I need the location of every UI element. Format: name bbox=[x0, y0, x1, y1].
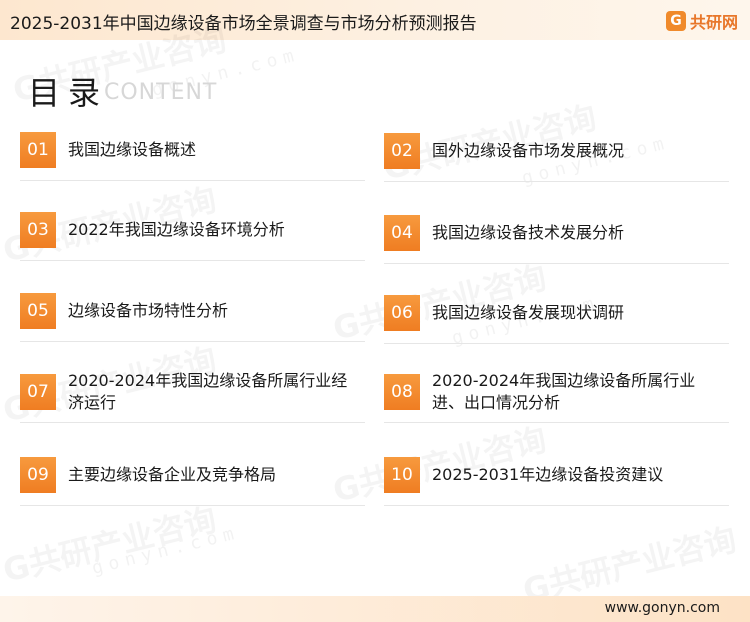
toc-label: 2022年我国边缘设备环境分析 bbox=[68, 220, 285, 239]
toc-item-10[interactable]: 10 2025-2031年边缘设备投资建议 bbox=[384, 457, 729, 506]
toc-number: 03 bbox=[20, 212, 56, 248]
toc-item-02[interactable]: 02 国外边缘设备市场发展概况 bbox=[384, 133, 729, 182]
toc-item-06[interactable]: 06 我国边缘设备发展现状调研 bbox=[384, 295, 729, 344]
footer-bar: www.gonyn.com bbox=[0, 596, 750, 622]
toc-item-05[interactable]: 05 边缘设备市场特性分析 bbox=[20, 293, 365, 342]
toc-item-09[interactable]: 09 主要边缘设备企业及竞争格局 bbox=[20, 457, 365, 506]
toc-label: 主要边缘设备企业及竞争格局 bbox=[68, 465, 277, 484]
toc-number: 10 bbox=[384, 457, 420, 493]
toc-number: 04 bbox=[384, 215, 420, 251]
toc-item-04[interactable]: 04 我国边缘设备技术发展分析 bbox=[384, 215, 729, 264]
brand-logo[interactable]: G 共研网 bbox=[665, 9, 738, 33]
toc-label: 边缘设备市场特性分析 bbox=[68, 301, 229, 320]
toc-number: 09 bbox=[20, 457, 56, 493]
footer-url[interactable]: www.gonyn.com bbox=[605, 600, 720, 616]
header-bar: 2025-2031年中国边缘设备市场全景调查与市场分析预测报告 G 共研网 bbox=[0, 0, 750, 40]
report-title: 2025-2031年中国边缘设备市场全景调查与市场分析预测报告 bbox=[10, 14, 477, 34]
toc-number: 02 bbox=[384, 133, 420, 169]
toc-number: 08 bbox=[384, 374, 420, 410]
toc-item-03[interactable]: 03 2022年我国边缘设备环境分析 bbox=[20, 212, 365, 261]
toc-label: 2020-2024年我国边缘设备所属行业经济运行 bbox=[68, 371, 348, 412]
brand-g-icon: G bbox=[665, 11, 686, 31]
toc-label: 2025-2031年边缘设备投资建议 bbox=[432, 465, 664, 484]
toc-label: 国外边缘设备市场发展概况 bbox=[432, 141, 625, 160]
toc-subtitle: CONTENT bbox=[104, 80, 218, 105]
toc-number: 01 bbox=[20, 132, 56, 168]
toc-label: 我国边缘设备技术发展分析 bbox=[432, 223, 625, 242]
toc-item-01[interactable]: 01 我国边缘设备概述 bbox=[20, 132, 365, 181]
toc-title: 目录 bbox=[28, 74, 109, 112]
toc-item-07[interactable]: 07 2020-2024年我国边缘设备所属行业经济运行 bbox=[20, 371, 365, 423]
brand-name: 共研网 bbox=[689, 13, 738, 32]
watermark: G共研产业咨询 bbox=[0, 494, 221, 591]
toc-label: 我国边缘设备发展现状调研 bbox=[432, 303, 625, 322]
toc-item-08[interactable]: 08 2020-2024年我国边缘设备所属行业进、出口情况分析 bbox=[384, 371, 729, 423]
watermark-url: gonyn.com bbox=[89, 521, 242, 580]
toc-label: 我国边缘设备概述 bbox=[68, 140, 197, 159]
toc-label: 2020-2024年我国边缘设备所属行业进、出口情况分析 bbox=[432, 371, 696, 412]
toc-number: 05 bbox=[20, 293, 56, 329]
toc-number: 06 bbox=[384, 295, 420, 331]
toc-number: 07 bbox=[20, 374, 56, 410]
